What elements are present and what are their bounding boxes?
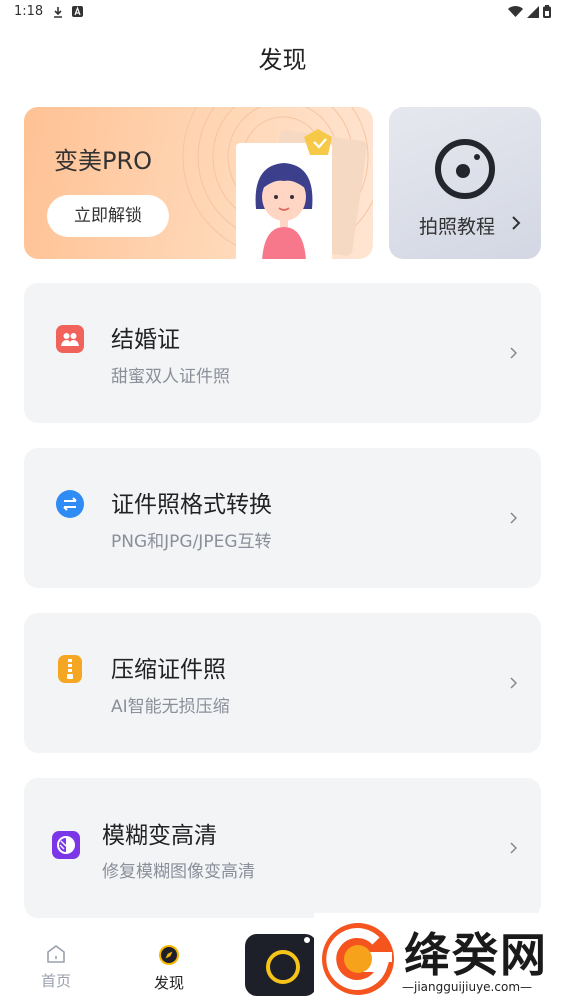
notification-a-icon	[72, 6, 83, 17]
download-icon	[54, 7, 62, 18]
unlock-now-button[interactable]: 立即解锁	[47, 195, 169, 237]
compress-photo-card[interactable]: 压缩证件照 AI智能无损压缩	[24, 613, 541, 753]
zip-icon	[58, 655, 82, 683]
compass-icon	[159, 945, 179, 965]
format-conversion-card[interactable]: 证件照格式转换 PNG和JPG/JPEG互转	[24, 448, 541, 588]
enhance-clarity-card[interactable]: 模糊变高清 修复模糊图像变高清	[24, 778, 541, 918]
card-title: 结婚证	[111, 327, 180, 353]
tab-discover[interactable]: 发现	[139, 944, 199, 993]
convert-icon	[56, 490, 84, 518]
card-subtitle: PNG和JPG/JPEG互转	[111, 532, 272, 552]
card-title: 证件照格式转换	[111, 492, 272, 518]
camera-lens-icon	[435, 139, 495, 199]
camera-shutter-icon	[266, 937, 310, 984]
card-title: 压缩证件照	[111, 657, 226, 683]
home-icon	[47, 945, 65, 963]
status-indicators	[508, 5, 551, 18]
watermark-name: 绛癸网	[404, 928, 548, 982]
chevron-right-icon	[510, 347, 517, 359]
watermark-logo-icon	[322, 923, 394, 995]
card-title: 模糊变高清	[102, 823, 217, 849]
chevron-right-icon	[510, 677, 517, 689]
tab-discover-label: 发现	[153, 974, 184, 992]
marriage-certificate-card[interactable]: 结婚证 甜蜜双人证件照	[24, 283, 541, 423]
photo-tutorial-banner[interactable]: 拍照教程	[389, 107, 541, 259]
battery-icon	[543, 5, 551, 18]
pro-banner-title: 变美PRO	[54, 147, 153, 175]
tab-home[interactable]: 首页	[26, 944, 86, 991]
site-watermark: 绛癸网 —jiangguijiuye.com—	[314, 913, 565, 1004]
id-photo-girl-illustration	[236, 129, 367, 259]
chevron-right-icon	[510, 842, 517, 854]
card-subtitle: AI智能无损压缩	[111, 697, 230, 717]
photo-tutorial-label: 拍照教程	[419, 216, 496, 238]
card-subtitle: 修复模糊图像变高清	[102, 862, 255, 882]
wifi-icon	[508, 5, 523, 17]
card-subtitle: 甜蜜双人证件照	[111, 367, 230, 387]
enhance-icon	[52, 831, 80, 859]
couple-icon	[56, 325, 84, 353]
tab-home-label: 首页	[40, 972, 71, 990]
status-bar: 1:18	[0, 0, 565, 24]
chevron-right-icon	[510, 512, 517, 524]
camera-button[interactable]	[245, 934, 317, 996]
page-title: 发现	[258, 46, 307, 74]
watermark-url: —jiangguijiuye.com—	[402, 980, 533, 994]
signal-icon	[527, 5, 539, 18]
chevron-right-icon	[512, 216, 521, 230]
status-time: 1:18	[14, 4, 44, 19]
watermark-url-text: jiangguijiuye.com	[414, 980, 521, 994]
pro-banner[interactable]: 变美PRO 立即解锁	[24, 107, 373, 259]
